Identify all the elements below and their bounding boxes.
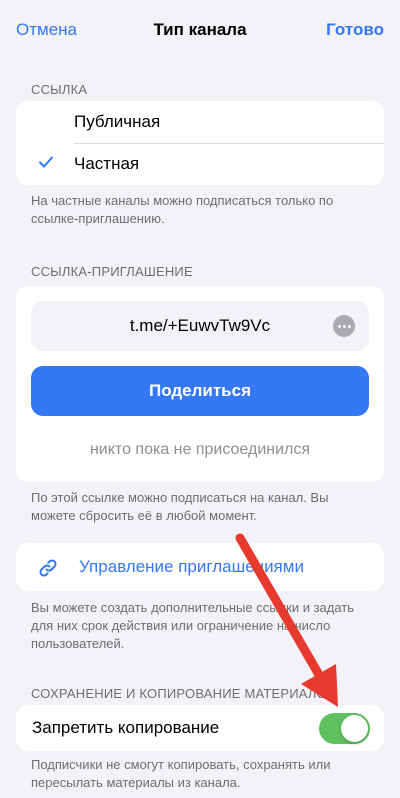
- option-public[interactable]: Публичная: [16, 101, 384, 143]
- manage-invites-label: Управление приглашениями: [79, 557, 304, 576]
- invite-footer: По этой ссылке можно подписаться на кана…: [31, 490, 329, 523]
- content-footer: Подписчики не смогут копировать, сохраня…: [31, 757, 331, 790]
- more-icon[interactable]: [333, 315, 355, 337]
- link-type-group: Публичная Частная: [16, 101, 384, 185]
- option-private[interactable]: Частная: [16, 143, 384, 185]
- content-group: Запретить копирование: [16, 705, 384, 751]
- restrict-copy-row: Запретить копирование: [16, 705, 384, 751]
- invite-group: t.me/+EuwvTw9Vc Поделиться никто пока не…: [16, 286, 384, 482]
- joined-status: никто пока не присоединился: [89, 441, 311, 458]
- manage-invites-row[interactable]: Управление приглашениями: [16, 543, 384, 591]
- invite-link-field[interactable]: t.me/+EuwvTw9Vc: [31, 301, 369, 351]
- restrict-copy-label: Запретить копирование: [32, 718, 220, 737]
- done-button[interactable]: Готово: [326, 20, 384, 40]
- option-private-label: Частная: [74, 154, 140, 173]
- option-public-label: Публичная: [74, 112, 161, 131]
- nav-bar: Отмена Тип канала Готово: [0, 0, 400, 60]
- link-icon: [39, 559, 57, 577]
- checkmark-icon: [39, 156, 53, 168]
- link-type-header: ССЫЛКА: [31, 82, 88, 97]
- share-button[interactable]: Поделиться: [31, 366, 369, 416]
- invite-link-text: t.me/+EuwvTw9Vc: [129, 316, 271, 335]
- restrict-copy-toggle[interactable]: [319, 713, 370, 744]
- link-type-footer: На частные каналы можно подписаться толь…: [31, 193, 334, 226]
- manage-group: Управление приглашениями: [16, 543, 384, 591]
- manage-footer: Вы можете создать дополнительные ссылки …: [31, 600, 355, 651]
- toggle-knob: [341, 715, 368, 742]
- invite-header: ССЫЛКА-ПРИГЛАШЕНИЕ: [31, 264, 193, 279]
- cancel-button[interactable]: Отмена: [16, 20, 77, 40]
- content-header: СОХРАНЕНИЕ И КОПИРОВАНИЕ МАТЕРИАЛОВ: [31, 686, 336, 701]
